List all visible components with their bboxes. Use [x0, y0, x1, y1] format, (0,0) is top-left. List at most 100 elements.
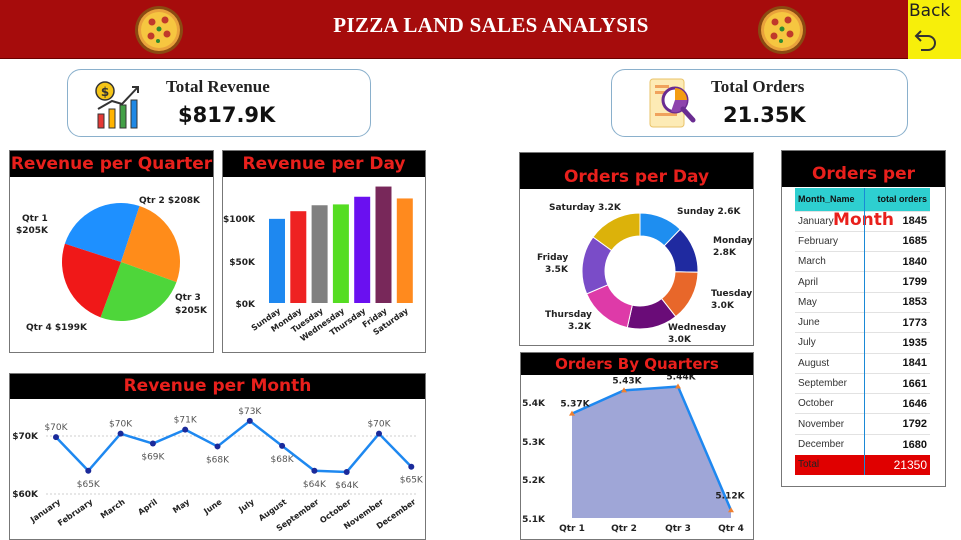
orders-cell: 1661 [864, 372, 930, 394]
back-arrow-icon [914, 30, 936, 51]
x-tick-label: Qtr 3 [665, 524, 691, 534]
y-tick-label: 5.3K [522, 438, 546, 448]
data-point[interactable] [53, 434, 59, 441]
bar-saturday[interactable] [396, 198, 413, 303]
orders-by-quarters-title: Orders By Quarters [521, 353, 753, 375]
revenue-per-quarter-chart: Qtr 1 $205K Qtr 2 $208K Qtr 3 $205K Qtr … [16, 196, 208, 333]
orders-cell: 1840 [864, 251, 930, 272]
month-cell: September [795, 372, 866, 394]
month-cell: October [795, 393, 866, 414]
x-tick-label: Qtr 4 [718, 524, 744, 534]
data-label: $70K [109, 420, 133, 430]
x-tick-label: February [56, 497, 95, 528]
x-tick-label: April [136, 497, 159, 517]
month-cell: July [795, 332, 866, 354]
slice-label: 3.0K [711, 301, 735, 311]
slice-label: Thursday [545, 310, 592, 320]
column-header-month[interactable]: Month_Name [795, 188, 866, 211]
data-point[interactable] [149, 440, 156, 447]
slice-label: Friday [537, 253, 568, 263]
y-tick-label: $60K [12, 490, 39, 500]
orders-cell: 1799 [864, 271, 930, 293]
slice-label: 3.0K [668, 335, 692, 345]
table-row: February 1685 [795, 230, 930, 252]
slice-label: 3.5K [545, 265, 569, 275]
month-cell: August [795, 352, 866, 374]
data-label: $70K [44, 423, 68, 433]
slice-label: Wednesday [668, 323, 726, 333]
slice-label: Qtr 4 $199K [26, 323, 88, 333]
x-tick-label: July [236, 497, 256, 515]
data-point[interactable] [343, 468, 350, 475]
revenue-per-month-card: Revenue per Month $70K $60K $70K January $… [9, 373, 426, 540]
data-point[interactable] [246, 417, 253, 424]
revenue-per-quarter-title: Revenue per Quarter [10, 151, 213, 177]
data-label: $73K [238, 407, 262, 417]
data-label: $64K [303, 480, 327, 490]
page-title: PIZZA LAND SALES ANALYSIS [333, 13, 649, 37]
bar-friday[interactable] [375, 186, 392, 303]
data-point[interactable] [214, 443, 221, 450]
slice-label: 3.2K [568, 322, 592, 332]
column-header-total-orders[interactable]: total orders [864, 188, 930, 211]
orders-cell: 1646 [864, 393, 930, 414]
data-label: $64K [335, 481, 359, 491]
month-cell: January [795, 210, 866, 232]
orders-cell: 1935 [864, 332, 930, 354]
x-tick-label: June [201, 497, 224, 517]
bar-sunday[interactable] [269, 218, 285, 303]
order-analysis-icon [649, 78, 696, 128]
orders-cell: 1685 [864, 230, 930, 252]
data-point[interactable] [85, 467, 92, 474]
orders-per-day-chart: Sunday 2.6K Monday 2.8K Tuesday 3.0K Wed… [537, 203, 753, 345]
data-point[interactable] [117, 430, 124, 437]
total-revenue-card: $ Total Revenue $817.9K [67, 69, 371, 137]
orders-per-day-card: Orders per Day Sunday 2.6K Monday 2.8K T… [519, 152, 754, 346]
pizza-icon [758, 6, 806, 54]
table-row: November 1792 [795, 413, 930, 435]
data-label: $68K [206, 455, 230, 465]
data-label: 5.37K [560, 400, 590, 410]
orders-per-month-table: Month_Name total orders January 1845 Febr… [795, 188, 930, 475]
data-label: $68K [271, 455, 295, 465]
x-tick-label: Qtr 1 [559, 524, 585, 534]
slice-label: Qtr 3 [175, 293, 201, 303]
month-cell: February [795, 230, 866, 252]
data-point[interactable] [408, 463, 415, 470]
orders-cell: 1680 [864, 433, 930, 455]
table-row: September 1661 [795, 372, 930, 394]
back-button[interactable]: Back [908, 0, 961, 59]
data-point[interactable] [311, 467, 318, 474]
slice-label: Qtr 2 $208K [139, 196, 201, 206]
data-label: 5.12K [715, 491, 745, 501]
orders-by-quarters-chart: 5.4K 5.3K 5.2K 5.1K 5.37K Qtr 1 5.43K Qtr 2… [522, 375, 746, 534]
data-label: $65K [400, 476, 424, 486]
total-revenue-value: $817.9K [178, 103, 276, 127]
y-tick-label: $70K [12, 432, 39, 442]
month-cell: November [795, 413, 866, 435]
y-tick-label: 5.4K [522, 399, 546, 409]
orders-per-month-title: Orders per Month [782, 151, 945, 230]
total-orders-card: Total Orders 21.35K [611, 69, 908, 137]
bar-tuesday[interactable] [311, 205, 328, 303]
total-value-cell: 21350 [864, 454, 930, 475]
total-revenue-label: Total Revenue [166, 77, 270, 96]
slice-label: Saturday 3.2K [549, 203, 622, 213]
x-tick-label: May [171, 497, 192, 515]
slice-label: Monday [713, 236, 753, 246]
table-row: January 1845 [795, 210, 930, 232]
data-point[interactable] [376, 430, 382, 437]
orders-per-day-title: Orders per Day [520, 153, 753, 189]
table-total-row: Total 21350 [795, 454, 930, 475]
table-row: October 1646 [795, 393, 930, 414]
data-point[interactable] [279, 442, 286, 449]
table-row: June 1773 [795, 311, 930, 333]
y-tick-label: $0K [236, 300, 257, 310]
bar-thursday[interactable] [354, 196, 371, 303]
data-label: $70K [367, 420, 391, 430]
data-label: 5.44K [666, 375, 696, 383]
month-cell: June [795, 311, 866, 333]
data-point[interactable] [182, 426, 189, 433]
bar-wednesday[interactable] [332, 204, 349, 303]
bar-monday[interactable] [290, 211, 307, 303]
